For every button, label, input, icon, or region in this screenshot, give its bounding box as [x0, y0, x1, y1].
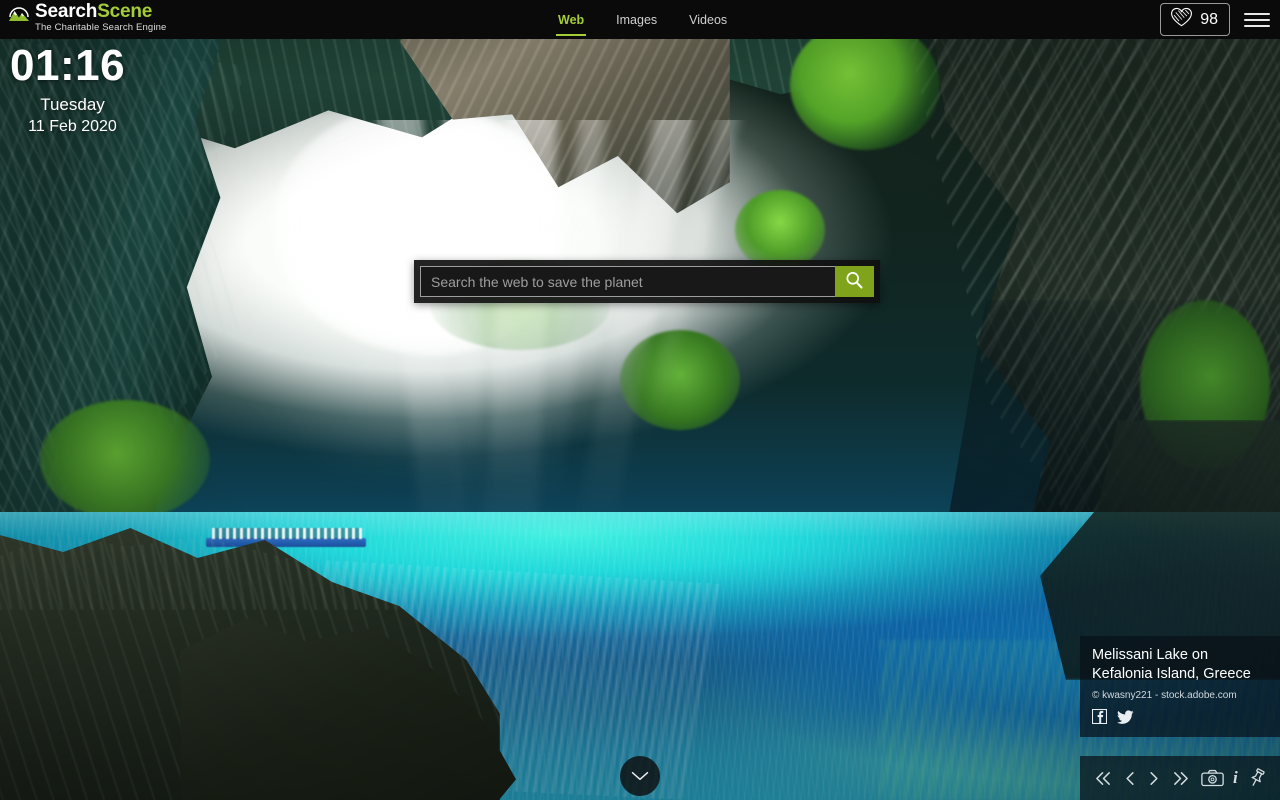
tab-web[interactable]: Web: [556, 0, 587, 39]
photo-share-links: [1091, 709, 1268, 729]
top-header-bar: SearchScene The Charitable Search Engine…: [0, 0, 1280, 39]
brand-logo[interactable]: SearchScene The Charitable Search Engine: [8, 2, 166, 33]
photo-gallery-button[interactable]: [1200, 769, 1224, 787]
previous-image-button[interactable]: [1123, 770, 1137, 787]
chevron-down-icon: [631, 771, 649, 781]
photo-title: Melissani Lake on Kefalonia Island, Gree…: [1092, 647, 1251, 682]
twitter-icon[interactable]: [1117, 709, 1134, 729]
tab-images[interactable]: Images: [614, 0, 659, 39]
search-bar: [414, 260, 880, 303]
clock-time: 01:16: [10, 41, 126, 90]
clock-weekday: Tuesday: [40, 95, 105, 114]
clock-date: 11 Feb 2020: [28, 118, 117, 135]
double-chevron-right-icon: [1174, 771, 1188, 785]
image-info-button[interactable]: i: [1233, 768, 1238, 788]
brand-name-primary: Search: [35, 1, 98, 22]
mountain-sun-icon: [8, 3, 30, 23]
brand-name-secondary: Scene: [97, 1, 153, 22]
search-input[interactable]: [420, 266, 835, 297]
first-image-button[interactable]: [1093, 770, 1114, 787]
header-actions: 98: [1160, 0, 1270, 39]
heart-icon: [1170, 7, 1193, 32]
search-submit-button[interactable]: [835, 266, 874, 297]
main-navigation: Web Images Videos: [556, 0, 729, 39]
clock-widget: 01:16 Tuesday 11 Feb 2020: [10, 44, 135, 136]
donation-count: 98: [1200, 10, 1218, 28]
chevron-right-icon: [1150, 771, 1158, 785]
pin-image-button[interactable]: [1247, 768, 1267, 788]
pushpin-icon: [1251, 768, 1265, 786]
tab-videos[interactable]: Videos: [687, 0, 729, 39]
donation-counter-button[interactable]: 98: [1160, 3, 1230, 36]
searchscene-newtab-page: SearchScene The Charitable Search Engine…: [0, 0, 1280, 800]
next-image-button[interactable]: [1147, 770, 1161, 787]
photo-info-card: Melissani Lake on Kefalonia Island, Gree…: [1080, 636, 1280, 738]
double-chevron-left-icon: [1095, 771, 1110, 785]
scroll-down-button[interactable]: [620, 756, 660, 796]
image-controls-bar: i: [1080, 756, 1280, 800]
camera-icon: [1200, 769, 1224, 787]
last-image-button[interactable]: [1170, 770, 1191, 787]
hamburger-menu-icon[interactable]: [1244, 9, 1270, 31]
photo-credit: © kwasny221 - stock.adobe.com: [1092, 690, 1237, 702]
facebook-icon[interactable]: [1091, 709, 1108, 729]
brand-tagline: The Charitable Search Engine: [35, 22, 167, 33]
chevron-left-icon: [1126, 771, 1134, 785]
search-icon: [844, 270, 865, 294]
